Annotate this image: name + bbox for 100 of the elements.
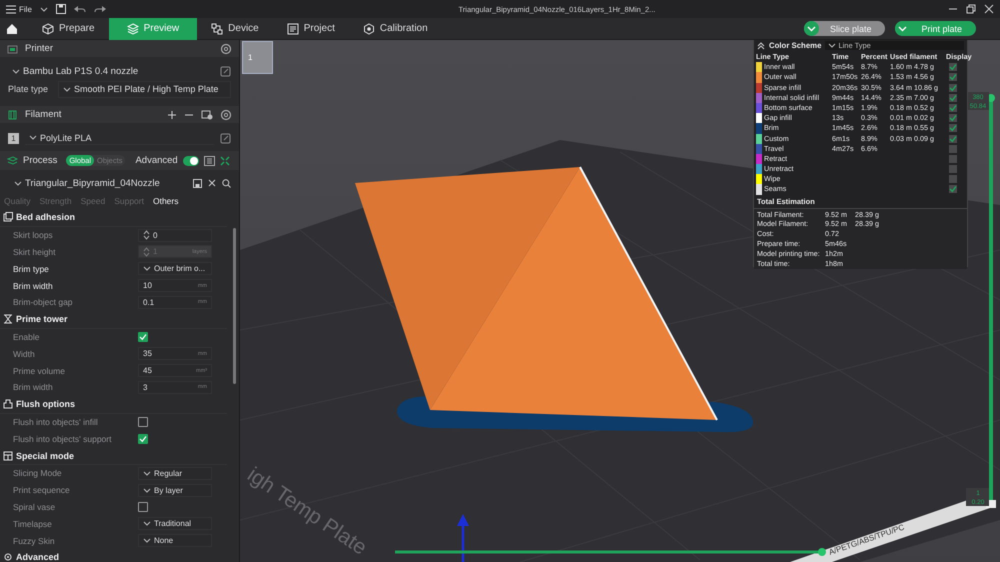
chevron-icon[interactable] [29, 134, 37, 141]
display-checkbox[interactable] [949, 104, 957, 112]
slider-thumb[interactable] [818, 548, 826, 556]
list-icon[interactable] [204, 156, 215, 166]
field-value: 10 [143, 281, 153, 290]
edit-icon[interactable] [220, 66, 231, 76]
dropdown[interactable]: Regular [138, 466, 212, 480]
compare-icon[interactable] [220, 156, 230, 166]
menu-icon [6, 4, 16, 14]
display-checkbox[interactable] [949, 114, 957, 122]
toggle-label: Advanced [135, 155, 178, 166]
chevron-icon[interactable] [12, 68, 20, 74]
collapse-icon[interactable] [757, 42, 765, 50]
filament-dropdown[interactable]: PolyLite PLA [25, 131, 214, 145]
nav-tab[interactable]: Project [272, 18, 349, 40]
undo-icon[interactable] [74, 4, 86, 14]
chevron-icon[interactable] [804, 21, 822, 36]
filament-settings-icon[interactable] [201, 109, 213, 120]
printer-preset-dropdown[interactable]: Bambu Lab P1S 0.4 nozzle [8, 64, 214, 78]
device-icon [211, 22, 224, 34]
section-title: Special mode [16, 450, 74, 461]
home-icon[interactable] [6, 22, 18, 34]
layer-slider[interactable] [986, 94, 996, 508]
display-checkbox[interactable] [949, 63, 957, 72]
display-checkbox[interactable] [949, 94, 957, 102]
plate-type-dropdown[interactable]: Smooth PEI Plate / High Temp Plate [58, 80, 231, 98]
document-icon [286, 22, 299, 34]
checkbox[interactable] [138, 416, 148, 427]
chevron-icon[interactable] [143, 520, 151, 528]
display-checkbox[interactable] [949, 73, 957, 82]
setting-label: Timelapse [13, 518, 53, 529]
section-icon [3, 552, 13, 562]
setting-label: Prime volume [13, 366, 66, 376]
display-checkbox[interactable] [949, 154, 957, 163]
nav-tab[interactable]: Calibration [348, 18, 442, 40]
setting-label: Spiral vase [13, 502, 56, 512]
filament-icon [7, 110, 18, 120]
check-icon [139, 434, 147, 443]
chevron-icon[interactable] [143, 537, 151, 544]
setting-label: Brim type [13, 264, 50, 274]
field-value: 35 [143, 349, 153, 358]
dropdown[interactable]: None [138, 534, 212, 548]
spin-field[interactable]: 0 [138, 228, 212, 242]
dropdown[interactable]: By layer [138, 484, 212, 497]
hexagon-icon [362, 22, 375, 34]
display-checkbox[interactable] [949, 84, 957, 92]
scrollbar[interactable] [233, 228, 236, 384]
process-preset-dropdown[interactable]: Triangular_Bipyramid_04Nozzle [8, 176, 187, 190]
chevron-icon[interactable] [63, 86, 71, 92]
redo-icon[interactable] [94, 4, 106, 14]
section-title: Advanced [16, 552, 60, 562]
advanced-toggle[interactable] [182, 156, 199, 166]
file-menu[interactable]: File [6, 4, 32, 14]
section-icon [3, 450, 13, 461]
section-title: Printer [25, 43, 54, 54]
close-icon[interactable] [984, 4, 994, 14]
checkbox[interactable] [138, 502, 148, 512]
chevron-icon[interactable] [143, 486, 151, 494]
display-checkbox[interactable] [949, 134, 957, 142]
setting-label: Brim-object gap [13, 297, 74, 308]
settings-icon[interactable] [220, 108, 232, 120]
spin-arrows-icon[interactable] [143, 230, 150, 240]
settings-tab[interactable]: Others [152, 196, 178, 206]
process-icon [7, 156, 18, 166]
search-icon[interactable] [222, 178, 231, 188]
chevron-icon[interactable] [143, 470, 151, 477]
nav-tab[interactable]: Prepare [28, 18, 109, 40]
save-icon[interactable] [56, 4, 66, 14]
display-checkbox[interactable] [949, 165, 957, 174]
horizontal-slider[interactable] [395, 548, 826, 556]
restore-icon[interactable] [966, 4, 976, 14]
label-background [966, 488, 989, 506]
field-value: 45 [143, 366, 153, 376]
checkbox[interactable] [138, 434, 148, 444]
display-checkbox[interactable] [949, 124, 957, 132]
dropdown[interactable]: Traditional [138, 517, 212, 530]
setting-label: Skirt loops [13, 230, 54, 240]
nav-tab[interactable]: Device [197, 18, 273, 40]
filament-slot-number: 1 [8, 132, 19, 144]
checkbox[interactable] [138, 332, 148, 342]
chevron-icon[interactable] [828, 42, 836, 49]
close-icon[interactable] [208, 179, 216, 187]
setting-label: Print sequence [13, 485, 71, 496]
save-icon[interactable] [193, 178, 202, 188]
edit-icon[interactable] [220, 132, 231, 144]
section-title: Bed adhesion [16, 212, 76, 222]
chevron-icon[interactable] [143, 265, 151, 272]
setting-label: Fuzzy Skin [13, 536, 56, 546]
dropdown[interactable]: Outer brim o... [138, 262, 212, 276]
display-checkbox[interactable] [949, 175, 957, 184]
add-icon[interactable] [167, 110, 177, 120]
display-checkbox[interactable] [949, 185, 957, 194]
display-checkbox[interactable] [949, 144, 957, 153]
cube-icon [42, 22, 54, 34]
setting-label: Brim width [13, 280, 54, 291]
section-icon [3, 399, 13, 410]
chevron-icon[interactable] [40, 6, 48, 12]
settings-icon[interactable] [220, 42, 232, 54]
check-icon [139, 332, 147, 341]
chevron-icon[interactable] [14, 180, 22, 186]
